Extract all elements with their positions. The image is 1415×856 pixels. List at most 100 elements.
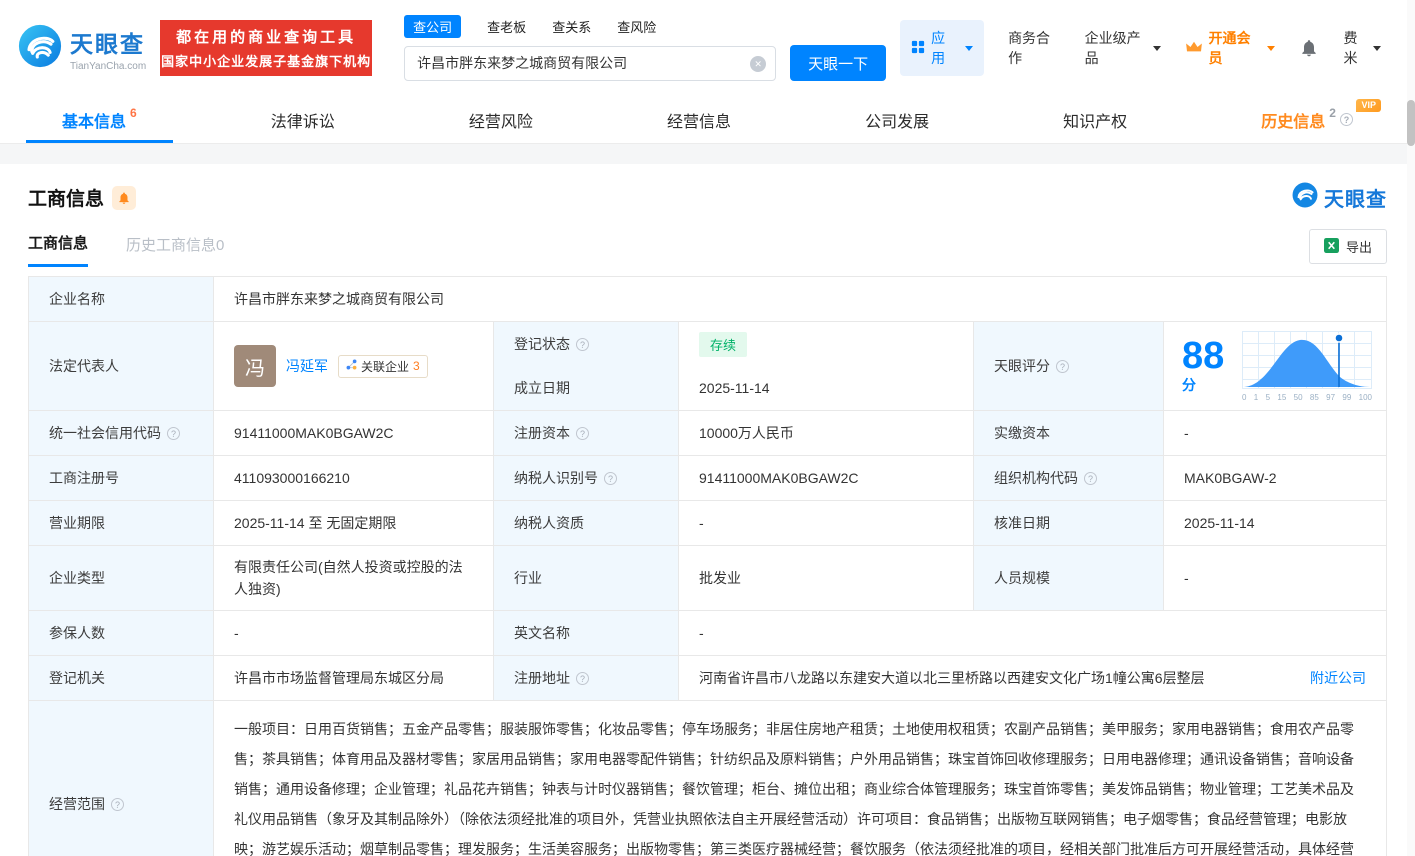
field-label: 参保人数 — [29, 611, 214, 656]
nearby-companies-link[interactable]: 附近公司 — [1310, 668, 1366, 688]
credit-code-value: 91411000MAK0BGAW2C — [214, 411, 494, 456]
site-logo[interactable]: 天眼查 TianYanCha.com — [18, 24, 146, 73]
legal-rep-name-link[interactable]: 冯延军 — [286, 356, 328, 376]
help-icon[interactable]: ? — [576, 671, 589, 685]
address-value: 河南省许昌市八龙路以东建安大道以北三里桥路以西建安文化广场1幢公寓6层整层 — [699, 670, 1205, 686]
field-label: 组织机构代码 — [994, 470, 1078, 486]
field-label: 法定代表人 — [29, 322, 214, 411]
reg-capital-value: 10000万人民币 — [679, 411, 974, 456]
help-icon[interactable]: ? — [576, 337, 589, 351]
relation-graph-icon — [346, 359, 357, 373]
section-watermark-logo: 天眼查 — [1292, 182, 1387, 213]
section-title: 工商信息 — [28, 189, 105, 210]
authority-value: 许昌市市场监督管理局东城区分局 — [214, 656, 494, 701]
tab-operation-risk[interactable]: 经营风险 — [469, 96, 533, 143]
help-icon[interactable]: ? — [576, 426, 589, 440]
score-axis-labels: 015 15 50 85 97 99 100 — [1242, 392, 1372, 402]
tab-company-development[interactable]: 公司发展 — [865, 96, 929, 143]
watermark-text: 天眼查 — [1324, 189, 1387, 211]
tianyancha-logo-icon — [18, 24, 62, 73]
table-row: 企业类型 有限责任公司(自然人投资或控股的法人独资) 行业 批发业 人员规模 - — [29, 546, 1386, 611]
field-label-group: 经营范围 ? — [29, 701, 214, 856]
table-row: 营业期限 2025-11-14 至 无固定期限 纳税人资质 - 核准日期 202… — [29, 501, 1386, 546]
field-label: 统一社会信用代码 — [49, 425, 161, 441]
business-info-table: 企业名称 许昌市胖东来梦之城商贸有限公司 法定代表人 冯 冯延军 关联企业 3 … — [28, 276, 1387, 856]
apps-label: 应用 — [931, 30, 946, 66]
establish-date-value: 2025-11-14 — [679, 366, 974, 411]
field-label: 纳税人资质 — [494, 501, 679, 546]
tab-intellectual-property[interactable]: 知识产权 — [1063, 96, 1127, 143]
crown-icon — [1185, 40, 1203, 57]
enterprise-products-link[interactable]: 企业级产品 — [1085, 28, 1162, 68]
promo-line1: 都在用的商业查询工具 — [176, 29, 357, 46]
tianyancha-logo-icon — [1292, 182, 1318, 213]
apps-grid-icon — [911, 40, 925, 57]
subtab-history-business-info[interactable]: 历史工商信息0 — [126, 234, 224, 266]
notification-bell-icon[interactable] — [1299, 38, 1319, 58]
username: 费米 — [1343, 30, 1358, 66]
table-row: 工商注册号 411093000166210 纳税人识别号 ? 91411000M… — [29, 456, 1386, 501]
field-label: 纳税人识别号 — [514, 470, 598, 486]
field-label: 核准日期 — [974, 501, 1164, 546]
business-scope-value: 一般项目：日用百货销售；五金产品零售；服装服饰零售；化妆品零售；停车场服务；非居… — [214, 701, 1386, 856]
page-divider — [0, 144, 1415, 164]
tab-count: 6 — [130, 106, 137, 120]
tab-history-info[interactable]: 历史信息 2 ? VIP — [1261, 96, 1381, 143]
score-unit: 分 — [1182, 377, 1196, 393]
company-type-value: 有限责任公司(自然人投资或控股的法人独资) — [214, 546, 494, 611]
help-icon[interactable]: ? — [1339, 113, 1353, 126]
search-tab-company[interactable]: 查公司 — [404, 15, 462, 38]
field-label: 营业期限 — [29, 501, 214, 546]
search-tab-relation[interactable]: 查关系 — [552, 17, 591, 36]
tab-label: 基本信息 — [62, 113, 127, 131]
user-menu[interactable]: 费米 — [1343, 28, 1381, 68]
taxpayer-no-value: 91411000MAK0BGAW2C — [679, 456, 974, 501]
help-icon[interactable]: ? — [1056, 359, 1069, 373]
help-icon[interactable]: ? — [111, 797, 124, 811]
reg-no-value: 411093000166210 — [214, 456, 494, 501]
business-cooperation-link[interactable]: 商务合作 — [1008, 28, 1061, 68]
clear-search-icon[interactable]: ✕ — [750, 55, 767, 72]
promo-banner: 都在用的商业查询工具 国家中小企业发展子基金旗下机构 — [160, 20, 373, 76]
taxpayer-quality-value: - — [679, 501, 974, 546]
help-icon[interactable]: ? — [604, 471, 617, 485]
tab-label: 经营风险 — [468, 113, 533, 131]
tab-legal-lawsuits[interactable]: 法律诉讼 — [271, 96, 335, 143]
field-label-group: 纳税人识别号 ? — [494, 456, 679, 501]
reg-status-cell: 存续 — [679, 322, 974, 367]
search-tab-boss[interactable]: 查老板 — [487, 17, 526, 36]
export-button[interactable]: 导出 — [1308, 229, 1387, 264]
chevron-down-icon — [1267, 45, 1276, 51]
search-tab-risk[interactable]: 查风险 — [617, 17, 656, 36]
legal-rep-avatar[interactable]: 冯 — [234, 345, 276, 387]
help-icon[interactable]: ? — [1084, 471, 1097, 485]
tab-basic-info[interactable]: 基本信息 6 — [26, 96, 173, 143]
field-label: 英文名称 — [494, 611, 679, 656]
field-label-group: 天眼评分 ? — [974, 322, 1164, 411]
field-label-group: 注册资本 ? — [494, 411, 679, 456]
apps-button[interactable]: 应用 — [900, 20, 985, 76]
field-label-group: 注册地址 ? — [494, 656, 679, 701]
open-vip-link[interactable]: 开通会员 — [1185, 28, 1276, 68]
field-label: 注册资本 — [514, 425, 570, 441]
related-companies-badge[interactable]: 关联企业 3 — [338, 354, 428, 378]
site-domain: TianYanCha.com — [70, 60, 147, 72]
table-row: 登记机关 许昌市市场监督管理局东城区分局 注册地址 ? 河南省许昌市八龙路以东建… — [29, 656, 1386, 701]
subscribe-bell-icon[interactable] — [112, 185, 137, 210]
subtab-business-info[interactable]: 工商信息 — [28, 232, 89, 267]
score-distribution-chart: 015 15 50 85 97 99 100 — [1242, 330, 1372, 402]
search-button[interactable]: 天眼一下 — [790, 45, 887, 81]
tab-operation-info[interactable]: 经营信息 — [667, 96, 731, 143]
field-label: 经营范围 — [49, 796, 105, 812]
help-icon[interactable]: ? — [167, 426, 180, 440]
field-label: 登记状态 — [514, 336, 570, 352]
related-companies-count: 3 — [413, 359, 420, 373]
search-input[interactable] — [404, 45, 777, 81]
score-value: 88 — [1182, 335, 1225, 377]
field-label: 登记机关 — [29, 656, 214, 701]
excel-icon — [1323, 237, 1339, 256]
scrollbar-thumb[interactable] — [1407, 100, 1415, 146]
paid-capital-value: - — [1164, 411, 1386, 456]
field-label: 人员规模 — [974, 546, 1164, 611]
field-label-group: 登记状态 ? — [494, 322, 679, 367]
